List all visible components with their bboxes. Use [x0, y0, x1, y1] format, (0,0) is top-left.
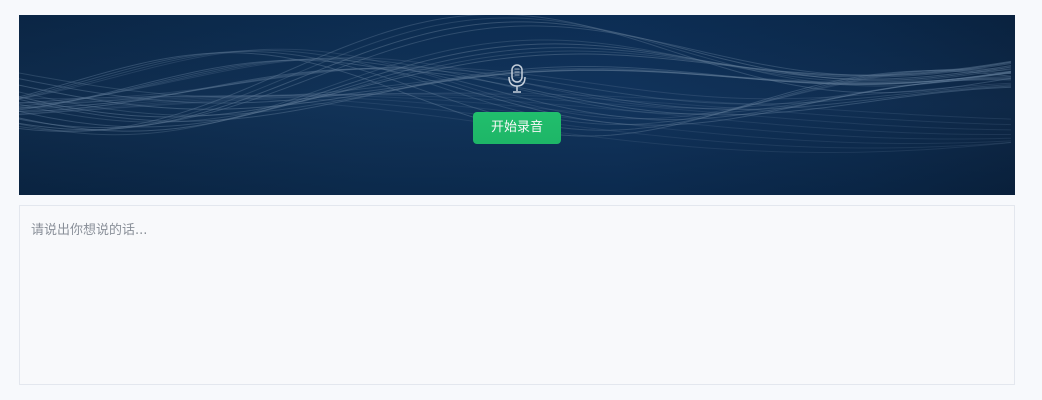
- transcript-input[interactable]: [20, 206, 1014, 384]
- recording-banner: 开始录音: [19, 15, 1015, 195]
- microphone-icon: [508, 64, 526, 93]
- sound-wave-background: [19, 15, 1012, 154]
- transcript-box: [19, 205, 1015, 385]
- speech-recorder-page: 开始录音: [0, 0, 1042, 400]
- start-recording-button[interactable]: 开始录音: [473, 112, 561, 144]
